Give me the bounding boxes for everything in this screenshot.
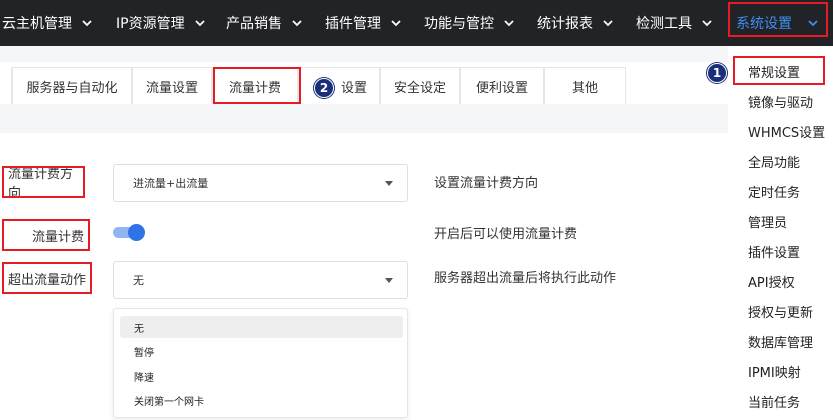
tab-label: 流量计费 [228,80,281,96]
nav-cloud-host[interactable]: 云主机管理 [2,0,92,46]
step-badge-1: 1 [707,63,727,83]
caret-down-icon [385,181,393,186]
toggle-knob [128,224,145,241]
menu-current-tasks[interactable]: 当前任务 [748,392,800,411]
exceed-action-label: 超出流量动作 [2,262,92,294]
label-text: 流量计费方向 [8,167,74,201]
menu-general-settings[interactable]: 常规设置 [748,62,800,81]
tab-label: 便利设置 [475,80,528,96]
tab-security[interactable]: 安全设定 [380,67,460,104]
nav-label: 产品销售 [226,16,282,32]
exceed-action-select[interactable]: 无 [113,261,408,299]
nav-function-control[interactable]: 功能与管控 [424,0,514,46]
chevron-down-icon [504,20,514,27]
chevron-down-icon [82,20,92,27]
direction-label: 流量计费方向 [2,166,85,201]
direction-select[interactable]: 进流量+出流量 [113,164,408,202]
tab-other[interactable]: 其他 [544,67,626,104]
tab-traffic-settings[interactable]: 流量设置 [132,67,212,104]
option-none[interactable]: 无 [120,316,403,338]
caret-down-icon [385,278,393,283]
label-text: 超出流量动作 [8,272,87,288]
menu-database-manage[interactable]: 数据库管理 [748,332,813,351]
tab-label: 服务器与自动化 [26,80,118,96]
billing-description: 开启后可以使用流量计费 [434,227,578,242]
menu-images-drivers[interactable]: 镜像与驱动 [748,92,813,111]
tab-label: 安全设定 [393,80,446,96]
step-badge-2: 2 [314,78,334,98]
billing-label: 流量计费 [2,219,90,251]
option-pause[interactable]: 暂停 [120,340,403,362]
nav-product-sales[interactable]: 产品销售 [226,0,302,46]
direction-description: 设置流量计费方向 [434,176,539,191]
menu-whmcs-settings[interactable]: WHMCS设置 [748,122,825,141]
label-text: 流量计费 [31,229,84,245]
chevron-down-icon [194,20,205,27]
menu-scheduled-tasks[interactable]: 定时任务 [748,182,800,201]
select-value: 无 [133,274,144,287]
chevron-down-icon [391,20,401,27]
option-disable-nic[interactable]: 关闭第一个网卡 [120,389,403,411]
nav-ip-resource[interactable]: IP资源管理 [116,0,205,46]
menu-plugin-settings[interactable]: 插件设置 [748,242,800,261]
nav-label: IP资源管理 [116,16,185,32]
nav-label: 检测工具 [636,16,692,32]
nav-statistics[interactable]: 统计报表 [537,0,613,46]
tab-convenience[interactable]: 便利设置 [460,67,544,104]
tab-label: 流量设置 [145,80,198,96]
chevron-down-icon [603,20,613,27]
billing-toggle[interactable] [113,224,145,241]
tab-partial[interactable] [0,67,12,104]
nav-label: 功能与管控 [424,16,494,32]
tab-server-automation[interactable]: 服务器与自动化 [12,67,132,104]
nav-label: 云主机管理 [2,16,72,32]
exceed-action-options: 无 暂停 降速 关闭第一个网卡 [113,308,408,418]
chevron-down-icon [292,20,302,27]
tab-label: 设置 [340,80,367,96]
nav-detection-tools[interactable]: 检测工具 [636,0,712,46]
menu-administrators[interactable]: 管理员 [748,212,787,231]
tab-traffic-billing[interactable]: 流量计费 [212,67,298,104]
menu-api-auth[interactable]: API授权 [748,272,795,291]
exceed-action-description: 服务器超出流量后将执行此动作 [434,271,617,286]
top-nav: 云主机管理 IP资源管理 产品销售 插件管理 功能与管控 统计报表 检测工具 系… [0,0,833,46]
chevron-down-icon [702,20,712,27]
nav-label: 插件管理 [325,16,381,32]
tab-settings[interactable]: 设置 [298,67,380,104]
menu-ipmi-mapping[interactable]: IPMI映射 [748,362,801,381]
nav-plugin-manage[interactable]: 插件管理 [325,0,401,46]
option-throttle[interactable]: 降速 [120,365,403,387]
select-value: 进流量+出流量 [133,177,209,190]
nav-label: 统计报表 [537,16,593,32]
menu-license-update[interactable]: 授权与更新 [748,302,813,321]
tab-label: 其他 [571,80,598,96]
menu-global-features[interactable]: 全局功能 [748,152,800,171]
nav-highlight-box [728,2,828,37]
